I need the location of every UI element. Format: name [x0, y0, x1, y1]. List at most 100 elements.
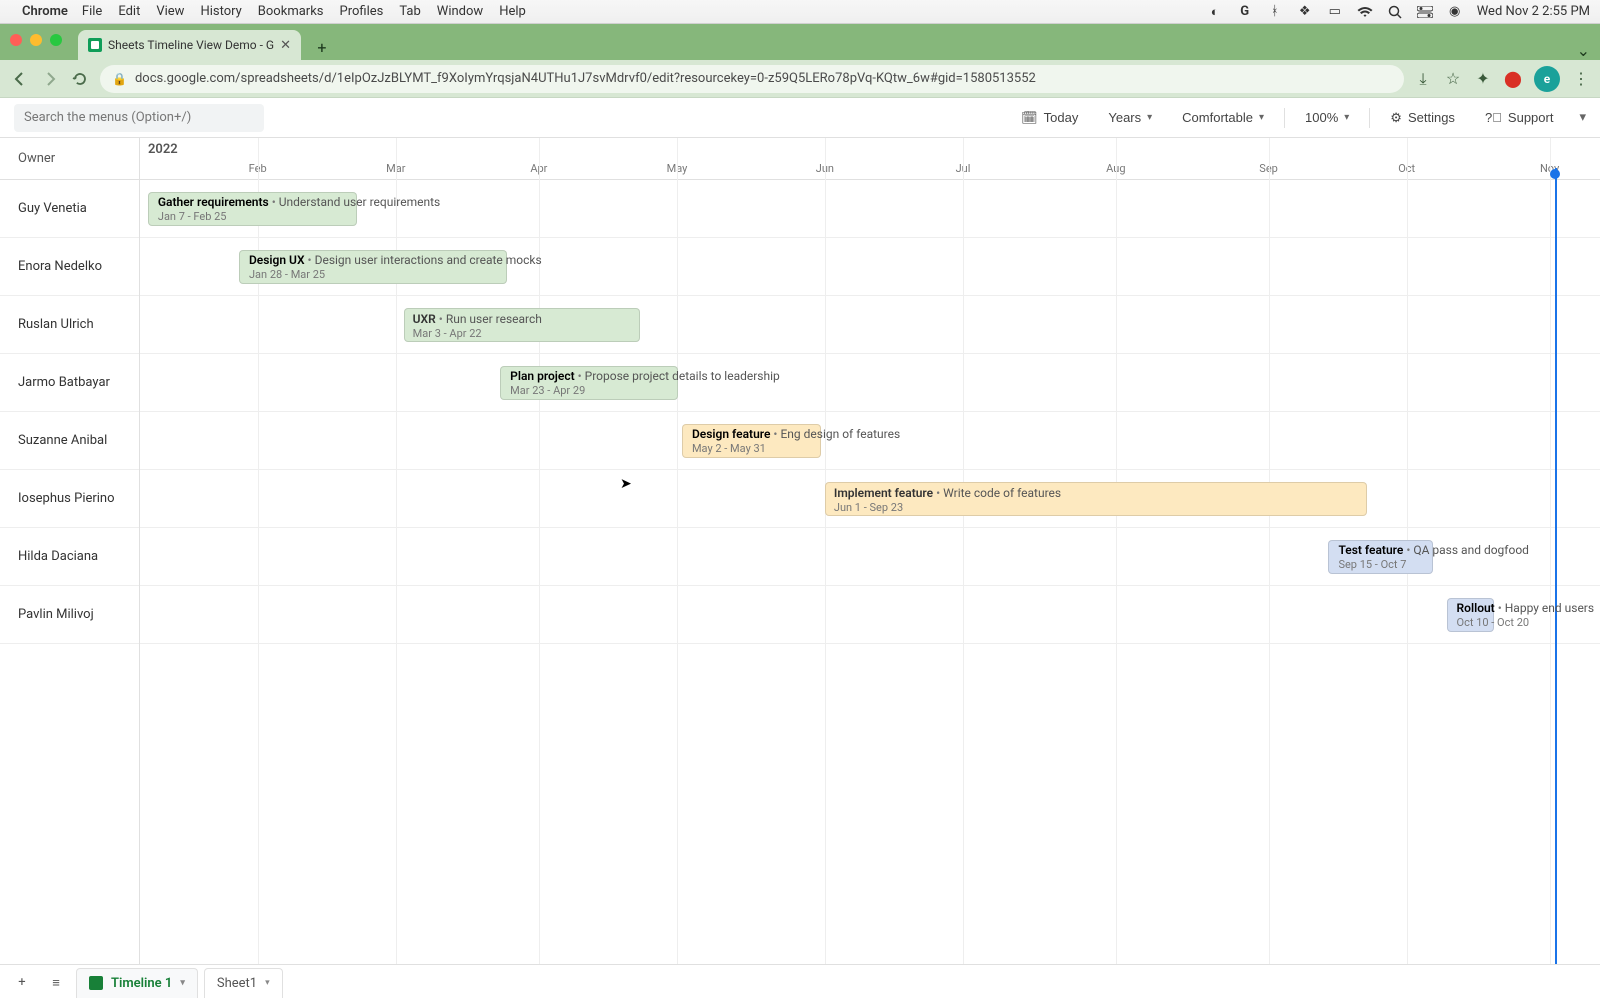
- new-tab-button[interactable]: +: [309, 34, 335, 60]
- owner-row: Enora Nedelko: [0, 238, 139, 296]
- timeline-grid[interactable]: 2022 FebMarAprMayJunJulAugSepOctNovDec G…: [140, 138, 1600, 964]
- all-sheets-button[interactable]: ≡: [42, 969, 70, 997]
- owner-row: Suzanne Anibal: [0, 412, 139, 470]
- close-icon[interactable]: ✕: [280, 38, 291, 53]
- sheet-tab-sheet1[interactable]: Sheet1 ▾: [204, 968, 283, 998]
- owner-column: Owner Guy VenetiaEnora NedelkoRuslan Ulr…: [0, 138, 140, 964]
- chrome-menu-icon[interactable]: ⋮: [1572, 70, 1590, 88]
- chrome-toolbar: 🔒 docs.google.com/spreadsheets/d/1eIpOzJ…: [0, 60, 1600, 98]
- today-button[interactable]: 🗓 Today: [1011, 104, 1088, 132]
- sheet-tabstrip: + ≡ Timeline 1 ▾ Sheet1 ▾: [0, 964, 1600, 1000]
- tabs-overflow-button[interactable]: ⌄: [1577, 41, 1590, 60]
- mac-clock[interactable]: Wed Nov 2 2:55 PM: [1477, 4, 1590, 19]
- today-line: [1555, 168, 1557, 964]
- dropbox-icon[interactable]: ❖: [1297, 4, 1313, 20]
- sheet-tab-timeline[interactable]: Timeline 1 ▾: [76, 968, 198, 998]
- mac-menu-view[interactable]: View: [156, 4, 184, 19]
- density-dropdown[interactable]: Comfortable ▾: [1172, 104, 1274, 132]
- timeline-bar-label: Design feature • Eng design of featuresM…: [688, 424, 900, 458]
- sheets-favicon-icon: [88, 38, 102, 52]
- today-dot-icon: [1550, 169, 1560, 179]
- chrome-tabstrip: Sheets Timeline View Demo - G ✕ + ⌄: [0, 24, 1600, 60]
- back-button[interactable]: [10, 69, 30, 89]
- wifi-icon[interactable]: [1357, 4, 1373, 20]
- timeline-bar-label: Plan project • Propose project details t…: [506, 366, 780, 400]
- timeline-sheet-icon: [89, 976, 103, 990]
- owner-row: Guy Venetia: [0, 180, 139, 238]
- install-icon[interactable]: ⤓: [1414, 70, 1432, 88]
- divider: [1284, 108, 1285, 128]
- owner-header: Owner: [0, 138, 139, 180]
- chevron-down-icon: ▾: [1344, 112, 1349, 123]
- gear-icon: ⚙: [1390, 110, 1402, 126]
- owner-row: Iosephus Pierino: [0, 470, 139, 528]
- updates-icon[interactable]: ⬤: [1504, 70, 1522, 88]
- zoom-dropdown[interactable]: 100% ▾: [1295, 104, 1359, 132]
- siri-icon[interactable]: ◉: [1447, 4, 1463, 20]
- help-icon: ?⃝: [1485, 110, 1502, 125]
- timeline-bar-label: Rollout • Happy end usersOct 10 - Oct 20: [1453, 598, 1595, 632]
- tray-icon[interactable]: ◐: [1207, 4, 1223, 20]
- mac-menu-window[interactable]: Window: [437, 4, 483, 19]
- year-label: 2022: [148, 142, 178, 157]
- mac-menu-bookmarks[interactable]: Bookmarks: [258, 4, 324, 19]
- sheet-tab-label: Sheet1: [217, 976, 257, 991]
- reload-button[interactable]: [70, 69, 90, 89]
- extensions-icon[interactable]: ✦: [1474, 70, 1492, 88]
- menu-search-input[interactable]: Search the menus (Option+/): [14, 104, 264, 132]
- scale-label: Years: [1108, 110, 1141, 125]
- chevron-down-icon[interactable]: ▾: [1579, 110, 1586, 125]
- grid-row: [140, 296, 1600, 354]
- star-icon[interactable]: ☆: [1444, 70, 1462, 88]
- profile-avatar[interactable]: e: [1534, 66, 1560, 92]
- chevron-down-icon: ▾: [1259, 112, 1264, 123]
- owner-row: Ruslan Ulrich: [0, 296, 139, 354]
- today-label: Today: [1044, 110, 1079, 125]
- mac-app-name[interactable]: Chrome: [22, 4, 68, 19]
- owner-row: Pavlin Milivoj: [0, 586, 139, 644]
- mac-menu-file[interactable]: File: [82, 4, 102, 19]
- browser-tab[interactable]: Sheets Timeline View Demo - G ✕: [78, 30, 301, 60]
- scale-dropdown[interactable]: Years ▾: [1098, 104, 1162, 132]
- search-placeholder: Search the menus (Option+/): [24, 110, 191, 125]
- mac-menu-profiles[interactable]: Profiles: [340, 4, 384, 19]
- timeline-bar[interactable]: Implement feature • Write code of featur…: [825, 482, 1367, 516]
- chevron-down-icon[interactable]: ▾: [180, 978, 185, 988]
- timeline-header: 2022 FebMarAprMayJunJulAugSepOctNovDec: [140, 138, 1600, 180]
- chevron-down-icon[interactable]: ▾: [265, 978, 270, 988]
- zoom-label: 100%: [1305, 110, 1338, 125]
- bluetooth-icon[interactable]: ᚼ: [1267, 4, 1283, 20]
- mac-tray: ◐ G ᚼ ❖ ▭ ◉ Wed Nov 2 2:55 PM: [1207, 4, 1590, 20]
- spotlight-icon[interactable]: [1387, 4, 1403, 20]
- window-minimize-button[interactable]: [30, 34, 42, 46]
- mac-menu-help[interactable]: Help: [499, 4, 526, 19]
- mac-menu-edit[interactable]: Edit: [118, 4, 140, 19]
- grid-row: [140, 586, 1600, 644]
- tab-title: Sheets Timeline View Demo - G: [108, 38, 274, 52]
- sheet-tab-label: Timeline 1: [111, 976, 172, 991]
- control-center-icon[interactable]: [1417, 4, 1433, 20]
- mac-menubar: Chrome File Edit View History Bookmarks …: [0, 0, 1600, 24]
- window-close-button[interactable]: [10, 34, 22, 46]
- timeline-bar[interactable]: UXR • Run user researchMar 3 - Apr 22: [404, 308, 640, 342]
- mac-menu-tab[interactable]: Tab: [399, 4, 420, 19]
- url-text: docs.google.com/spreadsheets/d/1eIpOzJzB…: [135, 71, 1036, 86]
- support-label: Support: [1508, 110, 1554, 125]
- owner-row: Hilda Daciana: [0, 528, 139, 586]
- display-icon[interactable]: ▭: [1327, 4, 1343, 20]
- density-label: Comfortable: [1182, 110, 1253, 125]
- forward-button[interactable]: [40, 69, 60, 89]
- support-button[interactable]: ?⃝ Support: [1475, 104, 1564, 132]
- timeline-bar-label: Design UX • Design user interactions and…: [245, 250, 542, 284]
- owner-row: Jarmo Batbayar: [0, 354, 139, 412]
- lock-icon[interactable]: 🔒: [112, 72, 127, 86]
- google-icon[interactable]: G: [1237, 4, 1253, 20]
- add-sheet-button[interactable]: +: [8, 969, 36, 997]
- chevron-down-icon: ▾: [1147, 112, 1152, 123]
- grid-row: [140, 354, 1600, 412]
- address-bar[interactable]: 🔒 docs.google.com/spreadsheets/d/1eIpOzJ…: [100, 65, 1404, 93]
- mac-menu-history[interactable]: History: [200, 4, 241, 19]
- settings-button[interactable]: ⚙ Settings: [1380, 104, 1465, 132]
- timeline-bar-label: Test feature • QA pass and dogfoodSep 15…: [1334, 540, 1529, 574]
- window-zoom-button[interactable]: [50, 34, 62, 46]
